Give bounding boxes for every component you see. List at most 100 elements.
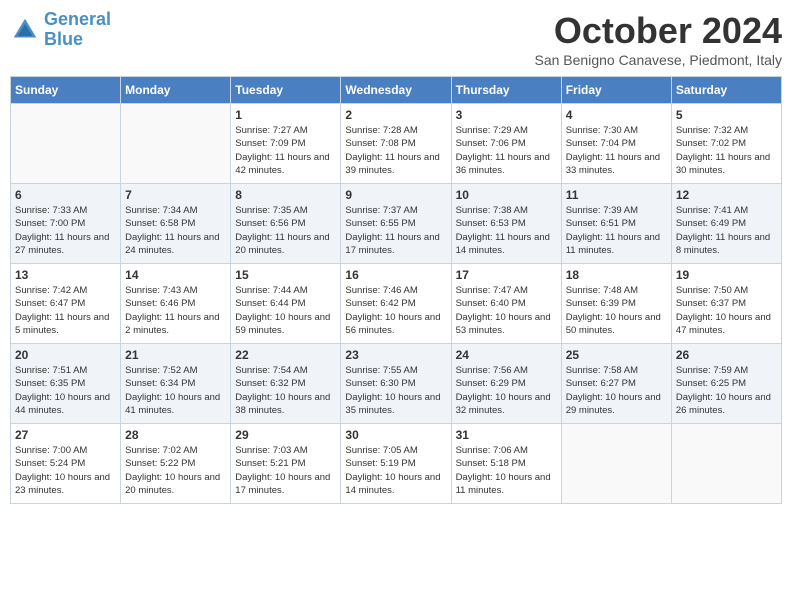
day-cell: 25 Sunrise: 7:58 AM Sunset: 6:27 PM Dayli… — [561, 344, 671, 424]
day-number: 13 — [15, 268, 116, 282]
day-info: Sunrise: 7:28 AM Sunset: 7:08 PM Dayligh… — [345, 124, 446, 177]
day-info: Sunrise: 7:32 AM Sunset: 7:02 PM Dayligh… — [676, 124, 777, 177]
day-cell: 1 Sunrise: 7:27 AM Sunset: 7:09 PM Daylig… — [231, 104, 341, 184]
day-info: Sunrise: 7:42 AM Sunset: 6:47 PM Dayligh… — [15, 284, 116, 337]
day-number: 25 — [566, 348, 667, 362]
location-subtitle: San Benigno Canavese, Piedmont, Italy — [535, 52, 783, 68]
day-number: 21 — [125, 348, 226, 362]
day-info: Sunrise: 7:47 AM Sunset: 6:40 PM Dayligh… — [456, 284, 557, 337]
header-wednesday: Wednesday — [341, 77, 451, 104]
week-row-3: 13 Sunrise: 7:42 AM Sunset: 6:47 PM Dayli… — [11, 264, 782, 344]
week-row-2: 6 Sunrise: 7:33 AM Sunset: 7:00 PM Daylig… — [11, 184, 782, 264]
day-info: Sunrise: 7:00 AM Sunset: 5:24 PM Dayligh… — [15, 444, 116, 497]
day-number: 18 — [566, 268, 667, 282]
day-info: Sunrise: 7:46 AM Sunset: 6:42 PM Dayligh… — [345, 284, 446, 337]
day-info: Sunrise: 7:55 AM Sunset: 6:30 PM Dayligh… — [345, 364, 446, 417]
day-number: 31 — [456, 428, 557, 442]
day-number: 29 — [235, 428, 336, 442]
day-cell: 27Sunrise: 7:00 AM Sunset: 5:24 PM Dayli… — [11, 424, 121, 504]
day-number: 26 — [676, 348, 777, 362]
day-cell: 14 Sunrise: 7:43 AM Sunset: 6:46 PM Dayli… — [121, 264, 231, 344]
day-info: Sunrise: 7:06 AM Sunset: 5:18 PM Dayligh… — [456, 444, 557, 497]
day-info: Sunrise: 7:50 AM Sunset: 6:37 PM Dayligh… — [676, 284, 777, 337]
day-info: Sunrise: 7:43 AM Sunset: 6:46 PM Dayligh… — [125, 284, 226, 337]
day-number: 5 — [676, 108, 777, 122]
header-friday: Friday — [561, 77, 671, 104]
week-row-5: 27Sunrise: 7:00 AM Sunset: 5:24 PM Dayli… — [11, 424, 782, 504]
logo-icon — [10, 15, 40, 45]
day-info: Sunrise: 7:37 AM Sunset: 6:55 PM Dayligh… — [345, 204, 446, 257]
day-number: 30 — [345, 428, 446, 442]
day-info: Sunrise: 7:56 AM Sunset: 6:29 PM Dayligh… — [456, 364, 557, 417]
day-info: Sunrise: 7:58 AM Sunset: 6:27 PM Dayligh… — [566, 364, 667, 417]
day-cell: 21 Sunrise: 7:52 AM Sunset: 6:34 PM Dayli… — [121, 344, 231, 424]
header-sunday: Sunday — [11, 77, 121, 104]
day-info: Sunrise: 7:02 AM Sunset: 5:22 PM Dayligh… — [125, 444, 226, 497]
day-cell: 28 Sunrise: 7:02 AM Sunset: 5:22 PM Dayli… — [121, 424, 231, 504]
day-info: Sunrise: 7:27 AM Sunset: 7:09 PM Dayligh… — [235, 124, 336, 177]
day-info: Sunrise: 7:59 AM Sunset: 6:25 PM Dayligh… — [676, 364, 777, 417]
day-number: 6 — [15, 188, 116, 202]
day-cell: 4Sunrise: 7:30 AM Sunset: 7:04 PM Daylig… — [561, 104, 671, 184]
header-monday: Monday — [121, 77, 231, 104]
day-number: 14 — [125, 268, 226, 282]
day-cell: 6 Sunrise: 7:33 AM Sunset: 7:00 PM Daylig… — [11, 184, 121, 264]
logo-line1: General — [44, 9, 111, 29]
day-cell — [11, 104, 121, 184]
day-cell: 12Sunrise: 7:41 AM Sunset: 6:49 PM Dayli… — [671, 184, 781, 264]
day-cell: 30 Sunrise: 7:05 AM Sunset: 5:19 PM Dayli… — [341, 424, 451, 504]
calendar-table: SundayMondayTuesdayWednesdayThursdayFrid… — [10, 76, 782, 504]
day-number: 22 — [235, 348, 336, 362]
day-cell: 23 Sunrise: 7:55 AM Sunset: 6:30 PM Dayli… — [341, 344, 451, 424]
day-number: 28 — [125, 428, 226, 442]
day-info: Sunrise: 7:34 AM Sunset: 6:58 PM Dayligh… — [125, 204, 226, 257]
day-cell: 22 Sunrise: 7:54 AM Sunset: 6:32 PM Dayli… — [231, 344, 341, 424]
day-number: 7 — [125, 188, 226, 202]
day-cell: 17 Sunrise: 7:47 AM Sunset: 6:40 PM Dayli… — [451, 264, 561, 344]
day-info: Sunrise: 7:35 AM Sunset: 6:56 PM Dayligh… — [235, 204, 336, 257]
day-cell: 26 Sunrise: 7:59 AM Sunset: 6:25 PM Dayli… — [671, 344, 781, 424]
day-number: 9 — [345, 188, 446, 202]
day-number: 2 — [345, 108, 446, 122]
day-cell — [561, 424, 671, 504]
logo-line2: Blue — [44, 29, 83, 49]
day-cell: 18 Sunrise: 7:48 AM Sunset: 6:39 PM Dayli… — [561, 264, 671, 344]
header-saturday: Saturday — [671, 77, 781, 104]
day-number: 23 — [345, 348, 446, 362]
day-info: Sunrise: 7:33 AM Sunset: 7:00 PM Dayligh… — [15, 204, 116, 257]
day-info: Sunrise: 7:52 AM Sunset: 6:34 PM Dayligh… — [125, 364, 226, 417]
day-cell: 5 Sunrise: 7:32 AM Sunset: 7:02 PM Daylig… — [671, 104, 781, 184]
day-cell: 24 Sunrise: 7:56 AM Sunset: 6:29 PM Dayli… — [451, 344, 561, 424]
day-number: 1 — [235, 108, 336, 122]
day-number: 15 — [235, 268, 336, 282]
day-number: 11 — [566, 188, 667, 202]
day-cell: 3Sunrise: 7:29 AM Sunset: 7:06 PM Daylig… — [451, 104, 561, 184]
day-info: Sunrise: 7:03 AM Sunset: 5:21 PM Dayligh… — [235, 444, 336, 497]
day-info: Sunrise: 7:54 AM Sunset: 6:32 PM Dayligh… — [235, 364, 336, 417]
logo: General Blue — [10, 10, 111, 50]
day-cell: 29 Sunrise: 7:03 AM Sunset: 5:21 PM Dayli… — [231, 424, 341, 504]
day-cell: 31 Sunrise: 7:06 AM Sunset: 5:18 PM Dayli… — [451, 424, 561, 504]
day-cell: 19 Sunrise: 7:50 AM Sunset: 6:37 PM Dayli… — [671, 264, 781, 344]
day-cell: 9 Sunrise: 7:37 AM Sunset: 6:55 PM Daylig… — [341, 184, 451, 264]
day-info: Sunrise: 7:48 AM Sunset: 6:39 PM Dayligh… — [566, 284, 667, 337]
day-cell: 2 Sunrise: 7:28 AM Sunset: 7:08 PM Daylig… — [341, 104, 451, 184]
day-cell: 15Sunrise: 7:44 AM Sunset: 6:44 PM Dayli… — [231, 264, 341, 344]
header-tuesday: Tuesday — [231, 77, 341, 104]
title-block: October 2024 San Benigno Canavese, Piedm… — [535, 10, 783, 68]
day-info: Sunrise: 7:30 AM Sunset: 7:04 PM Dayligh… — [566, 124, 667, 177]
day-info: Sunrise: 7:29 AM Sunset: 7:06 PM Dayligh… — [456, 124, 557, 177]
day-cell: 8Sunrise: 7:35 AM Sunset: 6:56 PM Daylig… — [231, 184, 341, 264]
day-cell: 16Sunrise: 7:46 AM Sunset: 6:42 PM Dayli… — [341, 264, 451, 344]
day-info: Sunrise: 7:05 AM Sunset: 5:19 PM Dayligh… — [345, 444, 446, 497]
header-row: SundayMondayTuesdayWednesdayThursdayFrid… — [11, 77, 782, 104]
day-cell: 13 Sunrise: 7:42 AM Sunset: 6:47 PM Dayli… — [11, 264, 121, 344]
day-info: Sunrise: 7:51 AM Sunset: 6:35 PM Dayligh… — [15, 364, 116, 417]
day-number: 19 — [676, 268, 777, 282]
header-thursday: Thursday — [451, 77, 561, 104]
day-cell: 20Sunrise: 7:51 AM Sunset: 6:35 PM Dayli… — [11, 344, 121, 424]
day-number: 17 — [456, 268, 557, 282]
day-number: 10 — [456, 188, 557, 202]
day-cell — [121, 104, 231, 184]
day-number: 24 — [456, 348, 557, 362]
